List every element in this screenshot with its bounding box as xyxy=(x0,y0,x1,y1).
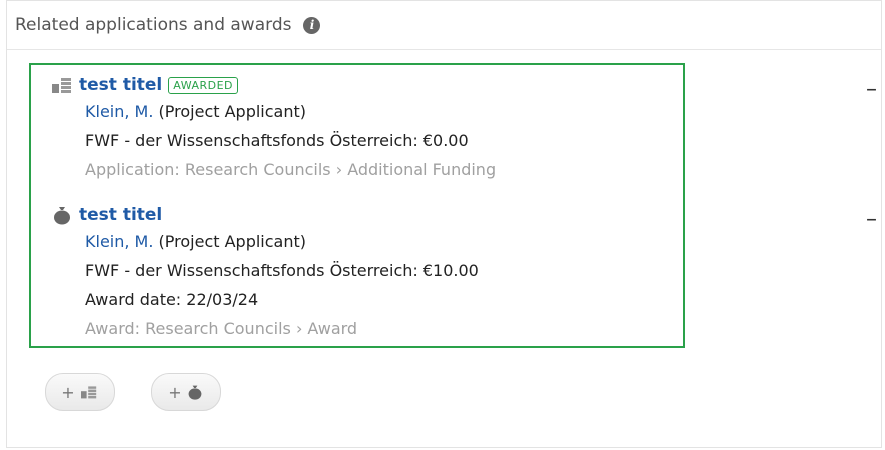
add-application-button[interactable]: + xyxy=(45,373,115,411)
money-bag-icon xyxy=(51,205,73,225)
funding-line: FWF - der Wissenschaftsfonds Österreich:… xyxy=(85,131,469,150)
category-line: Award: Research Councils › Award xyxy=(85,319,358,338)
collapse-button[interactable]: – xyxy=(866,79,877,101)
person-line: Klein, M. (Project Applicant) xyxy=(51,97,661,126)
collapse-button[interactable]: – xyxy=(866,209,877,231)
add-award-icon xyxy=(188,385,202,400)
panel-header: Related applications and awards i xyxy=(7,1,881,50)
application-icon xyxy=(51,75,73,95)
person-role: (Project Applicant) xyxy=(158,102,307,121)
person-role: (Project Applicant) xyxy=(158,232,307,251)
category-line: Application: Research Councils › Additio… xyxy=(85,160,497,179)
plus-icon: + xyxy=(61,382,75,402)
add-award-button[interactable]: + xyxy=(151,373,221,411)
person-link[interactable]: Klein, M. xyxy=(85,232,153,251)
related-items-list: test titel AWARDED Klein, M. (Project Ap… xyxy=(29,63,685,348)
item-title-link[interactable]: test titel xyxy=(79,205,162,225)
funding-line: FWF - der Wissenschaftsfonds Österreich:… xyxy=(85,261,479,280)
item-title-link[interactable]: test titel xyxy=(79,75,162,95)
panel-title: Related applications and awards xyxy=(15,15,292,35)
info-icon[interactable]: i xyxy=(303,16,321,34)
add-application-icon xyxy=(80,386,96,399)
plus-icon: + xyxy=(168,382,182,402)
list-item-application: test titel AWARDED Klein, M. (Project Ap… xyxy=(51,73,661,184)
list-item-award: test titel Klein, M. (Project Applicant)… xyxy=(51,203,661,343)
related-applications-panel: Related applications and awards i test t… xyxy=(6,0,882,448)
status-badge: AWARDED xyxy=(168,76,239,94)
person-link[interactable]: Klein, M. xyxy=(85,102,153,121)
award-date-line: Award date: 22/03/24 xyxy=(85,290,259,309)
add-buttons-row: + + xyxy=(45,373,221,411)
person-line: Klein, M. (Project Applicant) xyxy=(51,227,661,256)
